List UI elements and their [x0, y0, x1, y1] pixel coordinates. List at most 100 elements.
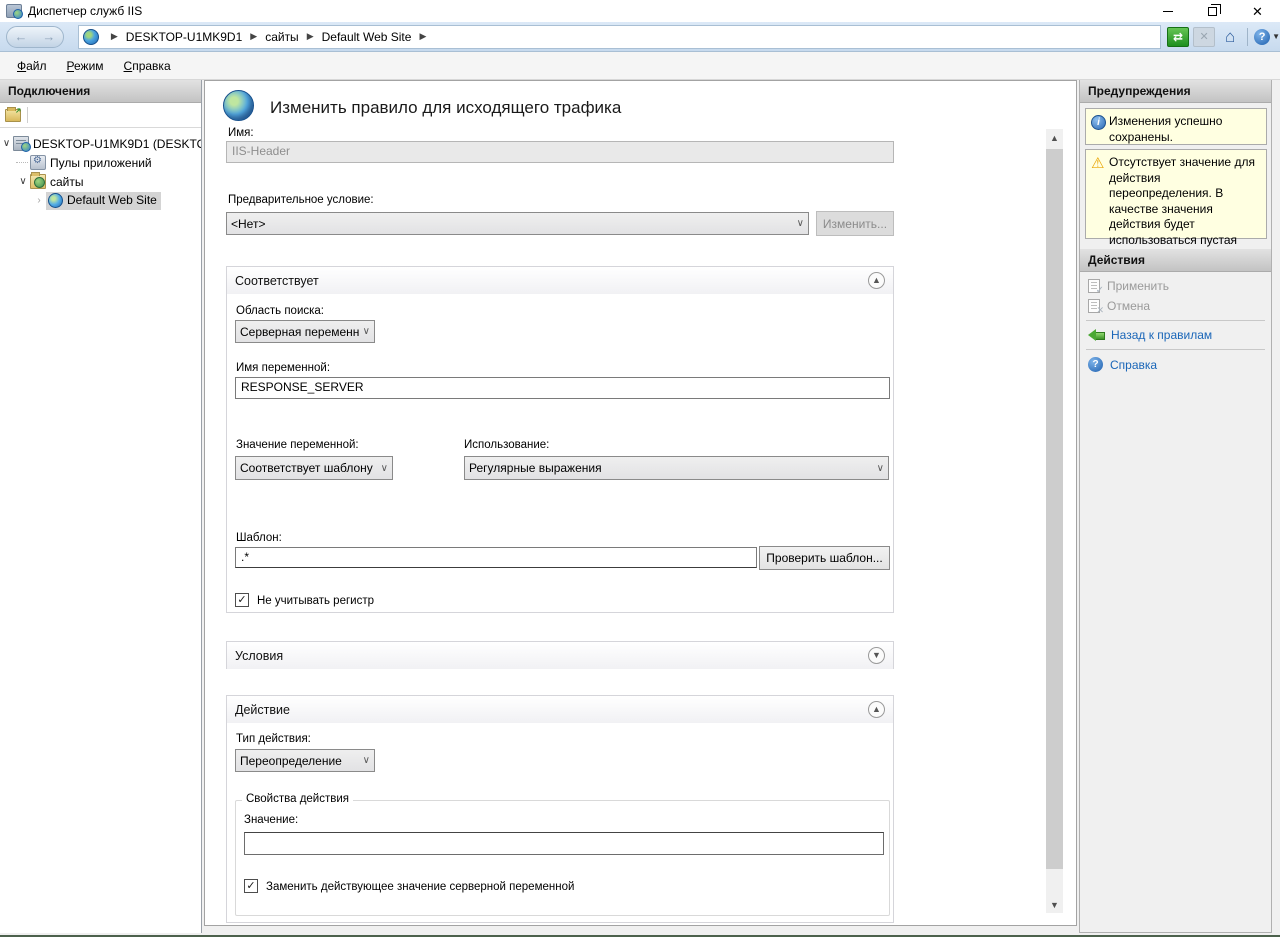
- scroll-up-button[interactable]: ▲: [1046, 129, 1063, 146]
- right-panel: Предупреждения i Изменения успешно сохра…: [1079, 80, 1272, 933]
- apply-label: Применить: [1107, 279, 1169, 293]
- back-arrow-icon: [1088, 330, 1104, 340]
- menu-file[interactable]: Файл: [8, 55, 56, 77]
- menu-bar: Файл Режим Справка: [0, 52, 1280, 80]
- minimize-icon: [1163, 11, 1173, 12]
- tree-item-label: Пулы приложений: [50, 156, 152, 170]
- expand-icon[interactable]: ▼: [868, 647, 885, 664]
- scrollbar-thumb[interactable]: [1046, 149, 1063, 869]
- scroll-down-button[interactable]: ▼: [1046, 896, 1063, 913]
- value-input[interactable]: [244, 832, 884, 855]
- replace-value-checkbox[interactable]: ✓: [244, 879, 258, 893]
- chevron-expanded-icon[interactable]: ∨: [16, 176, 30, 187]
- stop-icon: ✕: [1199, 30, 1208, 43]
- globe-icon: [83, 29, 99, 45]
- help-action[interactable]: ? Справка: [1080, 354, 1271, 375]
- address-bar: ← → ▶ DESKTOP-U1MK9D1 ▶ сайты ▶ Default …: [0, 22, 1280, 52]
- alert-warning: ⚠ Отсутствует значение для действия пере…: [1085, 149, 1267, 239]
- action-type-select[interactable]: Переопределение ∨: [235, 749, 375, 772]
- chevron-down-icon: ∨: [363, 326, 370, 337]
- operation-label: Значение переменной:: [236, 439, 359, 451]
- feature-globe-icon: [223, 90, 254, 121]
- server-icon: [13, 136, 29, 151]
- connections-tree: ∨ DESKTOP-U1MK9D1 (DESKTOP Пулы приложен…: [0, 128, 201, 210]
- collapse-icon[interactable]: ▲: [868, 701, 885, 718]
- connections-panel: Подключения ∨ DESKTOP-U1MK9D1 (DESKTOP П…: [0, 80, 202, 933]
- tree-item-app-pools[interactable]: Пулы приложений: [0, 153, 201, 172]
- connections-toolbar: [0, 103, 201, 128]
- chevron-right-icon: ▶: [411, 31, 434, 42]
- edit-outbound-rule-page: Изменить правило для исходящего трафика …: [204, 80, 1077, 926]
- warning-icon: ⚠: [1091, 155, 1104, 172]
- minimize-button[interactable]: [1145, 0, 1190, 22]
- breadcrumb[interactable]: ▶ DESKTOP-U1MK9D1 ▶ сайты ▶ Default Web …: [78, 25, 1161, 49]
- sites-folder-icon: [30, 174, 46, 189]
- title-bar: Диспетчер служб IIS ✕: [0, 0, 1280, 22]
- back-button[interactable]: ←: [14, 30, 27, 43]
- tree-item-sites[interactable]: ∨ сайты: [0, 172, 201, 191]
- home-icon: ⌂: [1225, 27, 1235, 47]
- info-icon: i: [1091, 115, 1106, 130]
- variable-name-input[interactable]: RESPONSE_SERVER: [235, 377, 890, 399]
- test-pattern-button[interactable]: Проверить шаблон...: [759, 546, 890, 570]
- close-button[interactable]: ✕: [1235, 0, 1280, 22]
- back-to-rules-action[interactable]: Назад к правилам: [1080, 325, 1271, 345]
- home-button[interactable]: ⌂: [1219, 27, 1241, 47]
- chevron-right-icon: ▶: [299, 31, 322, 42]
- action-properties-legend: Свойства действия: [242, 793, 353, 805]
- breadcrumb-sites[interactable]: сайты: [265, 30, 299, 44]
- breadcrumb-server[interactable]: DESKTOP-U1MK9D1: [126, 30, 242, 44]
- selected-tree-item[interactable]: Default Web Site: [46, 192, 161, 210]
- breadcrumb-site[interactable]: Default Web Site: [322, 30, 412, 44]
- precondition-select[interactable]: <Нет> ∨: [226, 212, 809, 235]
- page-title: Изменить правило для исходящего трафика: [270, 98, 621, 118]
- chevron-expanded-icon[interactable]: ∨: [0, 138, 13, 149]
- save-connection-icon[interactable]: [5, 109, 21, 122]
- precondition-value: <Нет>: [231, 217, 793, 231]
- collapse-icon[interactable]: ▲: [868, 272, 885, 289]
- toolbar-divider: [27, 107, 28, 123]
- match-section-header[interactable]: Соответствует ▲: [227, 267, 893, 294]
- chevron-down-icon: ∨: [877, 463, 884, 474]
- menu-view[interactable]: Режим: [58, 55, 113, 77]
- using-select[interactable]: Регулярные выражения ∨: [464, 456, 889, 480]
- tree-item-server[interactable]: ∨ DESKTOP-U1MK9D1 (DESKTOP: [0, 134, 201, 153]
- help-menu-button[interactable]: ? ▼: [1254, 29, 1280, 45]
- actions-divider: [1086, 320, 1265, 321]
- help-icon: ?: [1254, 29, 1270, 45]
- operation-select[interactable]: Соответствует шаблону ∨: [235, 456, 393, 480]
- scope-select[interactable]: Серверная переменн ∨: [235, 320, 375, 343]
- action-section-header[interactable]: Действие ▲: [227, 696, 893, 723]
- restore-icon: [1208, 7, 1217, 16]
- conditions-section-header[interactable]: Условия ▼: [227, 642, 893, 669]
- tree-item-default-web-site[interactable]: › Default Web Site: [0, 191, 201, 210]
- action-type-label: Тип действия:: [236, 733, 311, 745]
- conditions-section-title: Условия: [235, 649, 283, 663]
- menu-help[interactable]: Справка: [115, 55, 180, 77]
- forward-button[interactable]: →: [42, 30, 55, 43]
- alert-info: i Изменения успешно сохранены.: [1085, 108, 1267, 145]
- tree-item-label: сайты: [50, 175, 84, 189]
- name-label: Имя:: [228, 127, 254, 139]
- content-scrollbar[interactable]: ▲ ▼: [1046, 129, 1063, 913]
- apply-icon: [1088, 279, 1100, 293]
- chevron-down-icon: ▼: [1272, 32, 1280, 41]
- pattern-input[interactable]: .*: [235, 547, 757, 568]
- variable-name-label: Имя переменной:: [236, 362, 330, 374]
- restart-button[interactable]: ⇄: [1167, 27, 1189, 47]
- conditions-section: Условия ▼: [226, 641, 894, 669]
- main-region: Подключения ∨ DESKTOP-U1MK9D1 (DESKTOP П…: [0, 80, 1280, 935]
- cancel-label: Отмена: [1107, 299, 1150, 313]
- help-label: Справка: [1110, 358, 1157, 372]
- replace-value-label: Заменить действующее значение серверной …: [266, 881, 574, 893]
- ignore-case-checkbox[interactable]: ✓: [235, 593, 249, 607]
- application-pools-icon: [30, 155, 46, 170]
- tree-connector: [16, 162, 28, 163]
- action-properties-group: Свойства действия Значение: ✓ Заменить д…: [235, 800, 890, 916]
- match-section: Соответствует ▲ Область поиска: Серверна…: [226, 266, 894, 613]
- apply-action: Применить: [1080, 276, 1271, 296]
- back-to-rules-label: Назад к правилам: [1111, 328, 1212, 342]
- restore-button[interactable]: [1190, 0, 1235, 22]
- chevron-collapsed-icon[interactable]: ›: [32, 195, 46, 206]
- chevron-down-icon: ∨: [381, 463, 388, 474]
